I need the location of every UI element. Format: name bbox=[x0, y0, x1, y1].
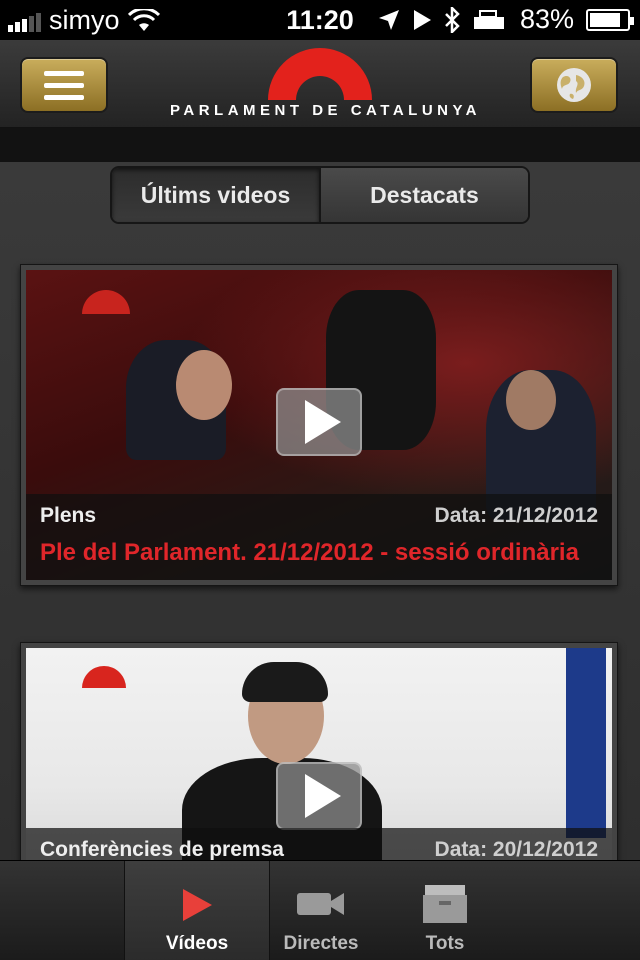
play-icon bbox=[183, 889, 212, 921]
video-info: Plens Data: 21/12/2012 Ple del Parlament… bbox=[26, 494, 612, 580]
location-arrow-icon bbox=[378, 9, 399, 30]
tab-live-label: Directes bbox=[283, 933, 359, 954]
tab-all[interactable]: Tots bbox=[372, 861, 518, 960]
video-list[interactable]: Últims videos Destacats Plens Data: 21/1… bbox=[0, 162, 640, 882]
tab-videos-label: Vídeos bbox=[165, 933, 229, 954]
play-icon bbox=[305, 400, 341, 444]
video-thumbnail: Conferències de premsa Data: 20/12/2012 bbox=[26, 648, 612, 876]
video-camera-icon bbox=[297, 893, 344, 915]
video-category: Plens bbox=[40, 504, 97, 527]
status-bar: simyo 11:20 83% bbox=[0, 0, 640, 40]
archive-box-icon bbox=[423, 885, 467, 923]
play-button[interactable] bbox=[276, 762, 362, 830]
video-date: Data: 20/12/2012 bbox=[434, 838, 598, 861]
tab-all-label: Tots bbox=[425, 933, 465, 954]
menu-button[interactable] bbox=[20, 57, 108, 113]
video-thumbnail: Plens Data: 21/12/2012 Ple del Parlament… bbox=[26, 270, 612, 580]
play-status-icon bbox=[413, 9, 431, 30]
battery-icon bbox=[586, 8, 634, 31]
video-card[interactable]: Plens Data: 21/12/2012 Ple del Parlament… bbox=[20, 264, 618, 586]
segmented-control: Últims videos Destacats bbox=[110, 166, 530, 224]
alarm-lock-icon bbox=[473, 9, 504, 29]
play-button[interactable] bbox=[276, 388, 362, 456]
header-shadow-bar bbox=[0, 128, 640, 162]
battery-percent: 83% bbox=[519, 4, 574, 34]
logo-text: PARLAMENT DE CATALUNYA bbox=[170, 102, 481, 119]
language-button[interactable] bbox=[530, 57, 618, 113]
video-category: Conferències de premsa bbox=[40, 838, 284, 861]
tab-bar: Vídeos Directes Tots bbox=[0, 860, 640, 960]
bluetooth-icon bbox=[445, 6, 460, 33]
video-card[interactable]: Conferències de premsa Data: 20/12/2012 bbox=[20, 642, 618, 882]
tab-featured[interactable]: Destacats bbox=[319, 168, 528, 222]
tab-latest-videos[interactable]: Últims videos bbox=[112, 168, 319, 222]
hamburger-menu-icon bbox=[44, 70, 84, 100]
video-title[interactable]: Ple del Parlament. 21/12/2012 - sessió o… bbox=[40, 536, 598, 570]
video-date: Data: 21/12/2012 bbox=[434, 504, 598, 527]
app-header: PARLAMENT DE CATALUNYA bbox=[0, 40, 640, 128]
play-icon bbox=[305, 774, 341, 818]
globe-icon bbox=[557, 68, 591, 102]
parlament-logo: PARLAMENT DE CATALUNYA bbox=[170, 44, 481, 124]
logo-arc-icon bbox=[268, 48, 372, 100]
